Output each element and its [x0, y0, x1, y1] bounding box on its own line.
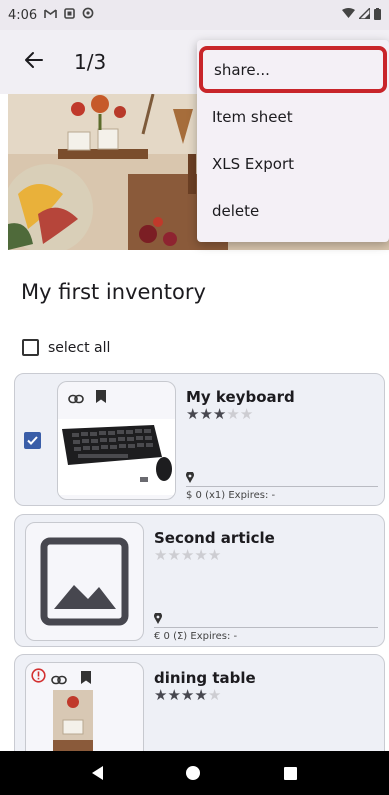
item-card-keyboard[interactable]: My keyboard ★★★★★ $ 0 (x1) Expires: -	[14, 373, 385, 506]
alert-icon	[31, 668, 46, 687]
inventory-title: My first inventory	[21, 280, 206, 304]
star-icon: ★	[154, 546, 168, 564]
item-thumbnail[interactable]	[25, 522, 144, 641]
select-all-checkbox[interactable]	[22, 339, 39, 356]
nav-recents-icon[interactable]	[284, 766, 298, 780]
star-icon: ★	[194, 546, 208, 564]
battery-icon	[374, 7, 381, 23]
star-icon: ★	[239, 405, 254, 423]
system-nav-bar	[0, 751, 389, 795]
overflow-menu: share... Item sheet XLS Export delete	[197, 40, 389, 242]
select-all[interactable]: select all	[22, 339, 110, 356]
item-name: Second article	[154, 529, 275, 547]
location-pin-icon	[154, 611, 162, 627]
wifi-icon	[342, 8, 355, 22]
arrow-back-icon	[24, 50, 44, 74]
nav-back-icon[interactable]	[91, 766, 103, 780]
menu-item-share[interactable]: share...	[199, 46, 387, 93]
star-icon: ★	[212, 405, 227, 423]
menu-item-item-sheet[interactable]: Item sheet	[197, 93, 389, 140]
item-name: My keyboard	[186, 388, 295, 406]
bookmark-icon	[81, 669, 91, 688]
status-bar: 4:06	[0, 0, 389, 30]
item-card-second-article[interactable]: Second article ★★★★★ € 0 (Σ) Expires: -	[14, 514, 385, 647]
nav-home-icon[interactable]	[186, 766, 201, 780]
signal-icon	[357, 6, 371, 22]
star-rating[interactable]: ★★★★★	[186, 405, 253, 423]
item-meta: $ 0 (x1) Expires: -	[186, 490, 276, 501]
item-meta: € 0 (Σ) Expires: -	[154, 631, 238, 642]
meta-divider	[154, 627, 378, 628]
gmail-icon	[44, 8, 58, 23]
link-icon	[51, 670, 67, 689]
item-checkbox[interactable]	[24, 432, 41, 449]
star-icon: ★	[180, 686, 195, 704]
bookmark-icon	[96, 388, 106, 407]
star-icon: ★	[207, 546, 222, 564]
image-placeholder-icon	[40, 537, 129, 626]
item-thumbnail[interactable]	[57, 381, 176, 500]
dining-table-image	[53, 690, 93, 760]
item-name: dining table	[154, 669, 256, 687]
star-icon: ★	[199, 405, 213, 423]
keyboard-image	[58, 419, 175, 495]
link-icon	[68, 389, 84, 408]
sync-icon	[82, 7, 94, 23]
back-button[interactable]	[6, 34, 62, 90]
menu-item-delete[interactable]: delete	[197, 187, 389, 234]
star-rating[interactable]: ★★★★★	[154, 686, 221, 704]
star-icon: ★	[167, 546, 181, 564]
star-icon: ★	[194, 686, 208, 704]
star-icon: ★	[154, 686, 168, 704]
star-icon: ★	[167, 686, 181, 704]
location-pin-icon	[186, 470, 194, 486]
meta-divider	[186, 486, 378, 487]
star-icon: ★	[226, 405, 240, 423]
star-icon: ★	[186, 405, 200, 423]
star-icon: ★	[180, 546, 195, 564]
page-indicator: 1/3	[74, 50, 107, 74]
star-icon: ★	[207, 686, 222, 704]
notification-icon	[64, 7, 76, 23]
star-rating[interactable]: ★★★★★	[154, 546, 221, 564]
menu-item-xls-export[interactable]: XLS Export	[197, 140, 389, 187]
select-all-label: select all	[48, 339, 111, 356]
status-time: 4:06	[8, 7, 38, 23]
item-card-dining-table[interactable]: dining table ★★★★★	[14, 654, 385, 772]
